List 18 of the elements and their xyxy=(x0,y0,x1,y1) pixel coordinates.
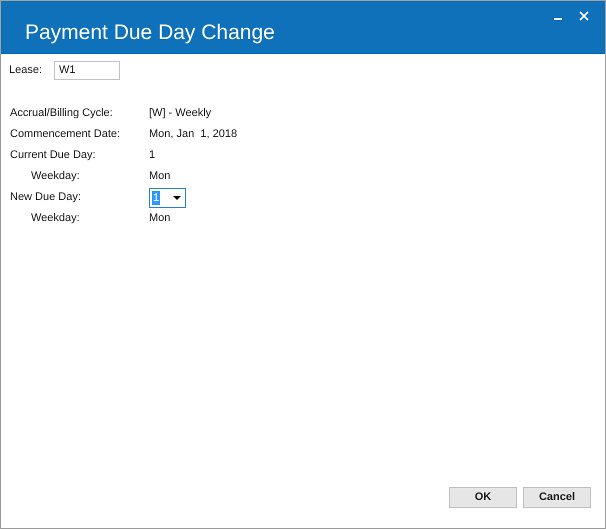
field-value: [W] - Weekly xyxy=(149,106,212,122)
close-icon[interactable] xyxy=(579,11,589,21)
field-label: Accrual/Billing Cycle: xyxy=(10,106,114,122)
field-value: Mon xyxy=(149,211,170,226)
caret-icon xyxy=(173,196,181,200)
dialog-button[interactable]: OK xyxy=(449,487,517,508)
field-label: Weekday: xyxy=(31,211,81,226)
field-label: New Due Day: xyxy=(10,190,82,206)
field-label: Commencement Date: xyxy=(10,127,122,142)
field-label: Weekday: xyxy=(31,169,81,184)
field-value: 1 xyxy=(149,148,156,164)
window-title: Payment Due Day Change xyxy=(25,20,275,46)
dialog-button[interactable]: Cancel xyxy=(523,487,591,508)
lease-label: Lease: xyxy=(9,63,44,78)
field-value: Mon, Jan 1, 2018 xyxy=(149,127,238,142)
lease-field[interactable]: W1 xyxy=(54,61,120,80)
field-value: Mon xyxy=(149,169,170,184)
field-label: Current Due Day: xyxy=(10,148,97,164)
